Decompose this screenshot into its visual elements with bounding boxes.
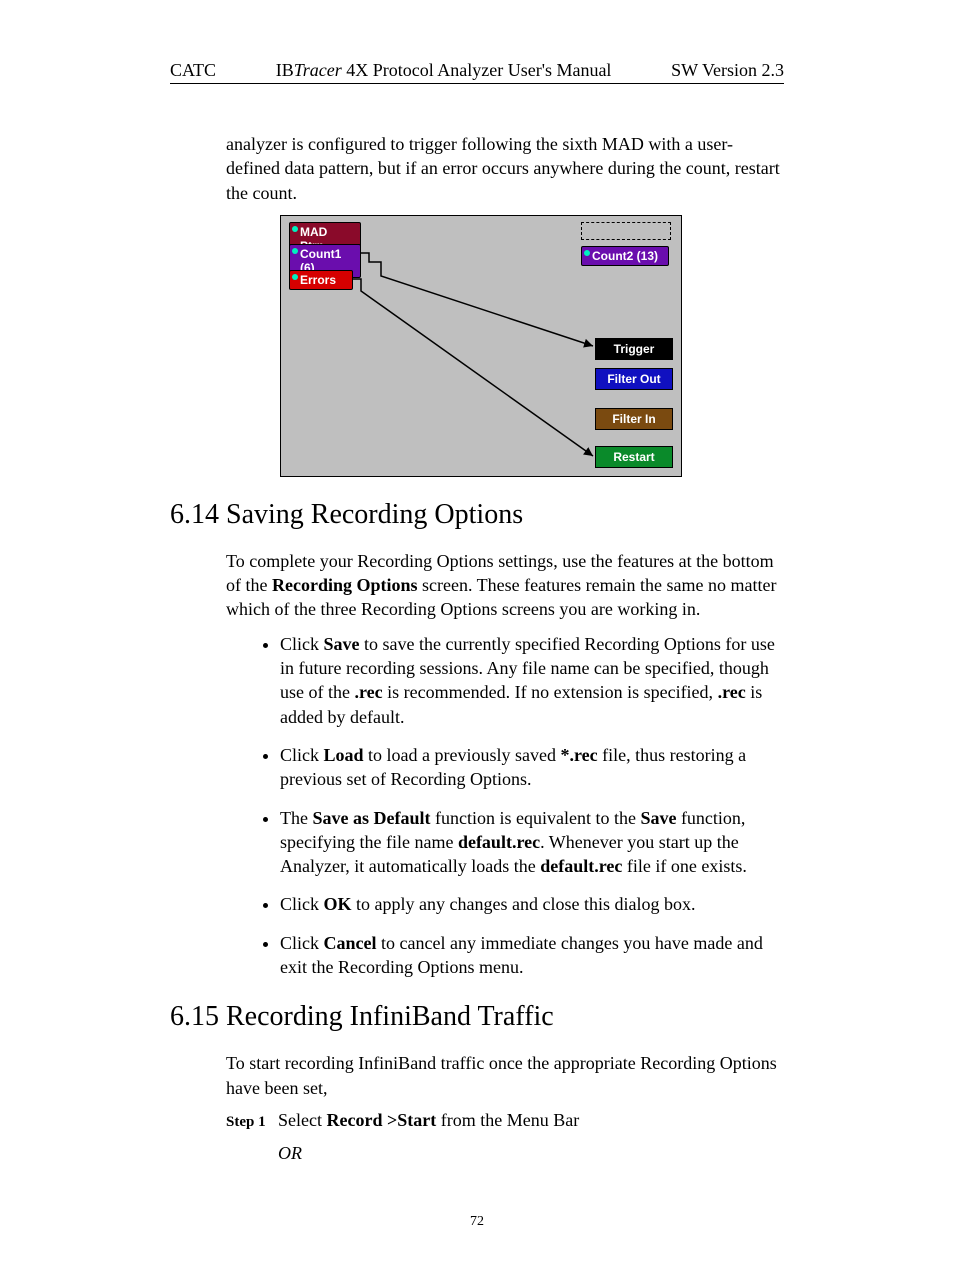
list-item: Click OK to apply any changes and close … xyxy=(280,892,784,916)
dot-icon xyxy=(292,248,298,254)
header-center: IBTracer 4X Protocol Analyzer User's Man… xyxy=(276,60,612,81)
target-trigger: Trigger xyxy=(595,338,673,360)
intro-paragraph: analyzer is configured to trigger follow… xyxy=(226,132,784,205)
or-label: OR xyxy=(278,1143,784,1164)
section-heading-614: 6.14 Saving Recording Options xyxy=(170,499,784,531)
list-item: Click Save to save the currently specifi… xyxy=(280,632,784,729)
header-center-prefix: IB xyxy=(276,60,294,80)
section-615-para: To start recording InfiniBand traffic on… xyxy=(226,1051,784,1100)
header-center-suffix: 4X Protocol Analyzer User's Manual xyxy=(342,60,612,80)
header-rule xyxy=(170,83,784,84)
text: Click xyxy=(280,745,324,765)
text: function is equivalent to the xyxy=(430,808,640,828)
dot-icon xyxy=(584,250,590,256)
node-count2: Count2 (13) xyxy=(581,246,669,266)
node-label: Count2 (13) xyxy=(592,249,658,263)
header-center-italic: Tracer xyxy=(294,60,342,80)
list-item: The Save as Default function is equivale… xyxy=(280,806,784,879)
bold-text: Save xyxy=(640,808,676,828)
bold-text: Record >Start xyxy=(326,1110,436,1130)
bold-text: Recording Options xyxy=(272,575,418,595)
header-right: SW Version 2.3 xyxy=(671,60,784,81)
header-left: CATC xyxy=(170,60,216,81)
page-header: CATC IBTracer 4X Protocol Analyzer User'… xyxy=(170,60,784,81)
section-614-para: To complete your Recording Options setti… xyxy=(226,549,784,622)
text: to apply any changes and close this dial… xyxy=(352,894,696,914)
bold-text: default.rec xyxy=(540,856,622,876)
text: The xyxy=(280,808,312,828)
dashed-placeholder xyxy=(581,222,671,240)
bold-text: Cancel xyxy=(324,933,377,953)
bold-text: .rec xyxy=(354,682,382,702)
text: to load a previously saved xyxy=(364,745,561,765)
target-restart: Restart xyxy=(595,446,673,468)
page-number: 72 xyxy=(170,1214,784,1230)
bold-text: Load xyxy=(324,745,364,765)
list-item: Click Cancel to cancel any immediate cha… xyxy=(280,931,784,980)
diagram-container: MAD Ptrn Count1 (6) Errors Count2 (13) T… xyxy=(280,215,680,477)
bold-text: OK xyxy=(324,894,352,914)
text: is recommended. If no extension is speci… xyxy=(383,682,718,702)
trigger-diagram: MAD Ptrn Count1 (6) Errors Count2 (13) T… xyxy=(280,215,682,477)
dot-icon xyxy=(292,274,298,280)
text: file if one exists. xyxy=(622,856,746,876)
step-label: Step 1 xyxy=(226,1114,278,1131)
dot-icon xyxy=(292,226,298,232)
target-filter-in: Filter In xyxy=(595,408,673,430)
text: Click xyxy=(280,933,324,953)
bold-text: *.rec xyxy=(561,745,598,765)
bold-text: .rec xyxy=(718,682,746,702)
step-row: Step 1 Select Record >Start from the Men… xyxy=(226,1110,784,1131)
node-errors: Errors xyxy=(289,270,353,290)
bold-text: Save xyxy=(324,634,360,654)
bold-text: default.rec xyxy=(458,832,540,852)
text: Select xyxy=(278,1110,326,1130)
bold-text: Save as Default xyxy=(312,808,430,828)
document-page: CATC IBTracer 4X Protocol Analyzer User'… xyxy=(0,0,954,1270)
text: from the Menu Bar xyxy=(436,1110,579,1130)
step-text: Select Record >Start from the Menu Bar xyxy=(278,1110,579,1131)
target-filter-out: Filter Out xyxy=(595,368,673,390)
node-label: Errors xyxy=(300,273,336,287)
list-item: Click Load to load a previously saved *.… xyxy=(280,743,784,792)
section-heading-615: 6.15 Recording InfiniBand Traffic xyxy=(170,1001,784,1033)
text: Click xyxy=(280,894,324,914)
bullet-list: Click Save to save the currently specifi… xyxy=(280,632,784,980)
text: Click xyxy=(280,634,324,654)
